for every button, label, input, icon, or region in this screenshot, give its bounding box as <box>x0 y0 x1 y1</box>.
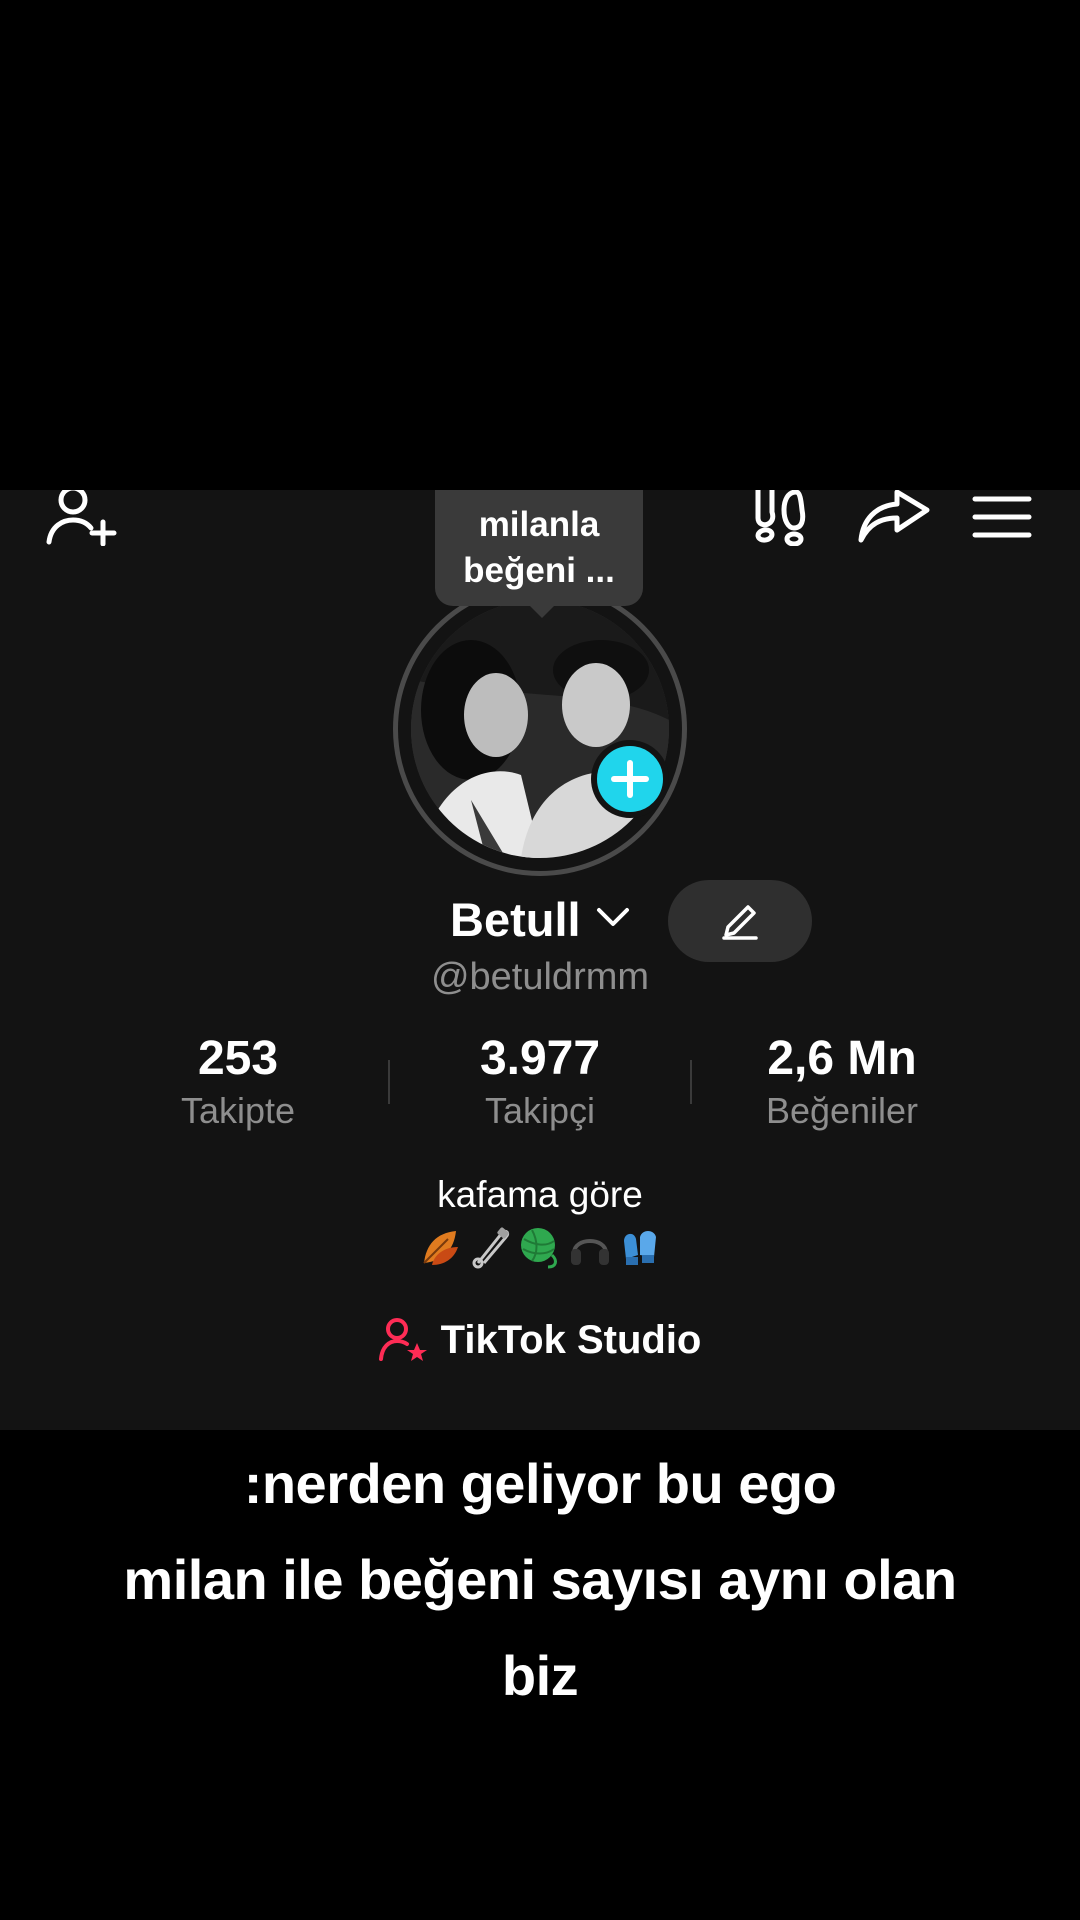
bio-text: kafama göre <box>437 1174 643 1215</box>
gloves-icon <box>617 1224 663 1270</box>
add-friend-button[interactable] <box>40 490 120 546</box>
bio-emojis <box>0 1224 1080 1270</box>
add-avatar-button[interactable] <box>591 740 669 818</box>
avatar[interactable] <box>411 600 669 858</box>
avatar-photo <box>411 600 669 858</box>
person-star-icon <box>378 1318 427 1361</box>
note-bubble-line1: milanla <box>478 505 600 544</box>
stat-following[interactable]: 253 Takipte <box>88 1030 388 1134</box>
display-name[interactable]: Betull <box>450 890 581 950</box>
tiktok-studio-label: TikTok Studio <box>440 1317 702 1362</box>
note-bubble-tail <box>528 604 556 618</box>
stat-following-value: 253 <box>197 1032 279 1085</box>
share-profile-button[interactable] <box>856 490 932 546</box>
hamburger-menu-icon <box>972 496 1032 538</box>
tiktok-studio-link[interactable]: TikTok Studio <box>0 1310 1080 1370</box>
video-caption: :nerden geliyor bu ego milan ile beğeni … <box>40 1436 1040 1724</box>
headphones-icon <box>567 1224 613 1270</box>
stat-likes-label: Beğeniler <box>765 1090 919 1131</box>
stat-likes[interactable]: 2,6 Mn Beğeniler <box>692 1030 992 1134</box>
screen: milanla beğeni ... Betull @betuldrmm 253… <box>0 0 1080 1920</box>
share-arrow-icon <box>858 490 930 543</box>
menu-button[interactable] <box>970 490 1034 546</box>
footprints-icon <box>755 490 806 546</box>
caption-line: :nerden geliyor bu ego <box>243 1452 837 1515</box>
caption-line: milan ile beğeni sayısı aynı olan <box>123 1548 957 1611</box>
stat-followers-label: Takipçi <box>484 1090 596 1131</box>
stats-row: 253 Takipte 3.977 Takipçi 2,6 Mn Beğenil… <box>0 1030 1080 1131</box>
bio: kafama göre <box>0 1170 1080 1270</box>
autumn-leaf-icon <box>417 1224 463 1270</box>
plus-icon <box>611 760 649 798</box>
caption-line: biz <box>501 1644 579 1707</box>
note-bubble[interactable]: milanla beğeni ... <box>435 490 643 606</box>
stat-followers[interactable]: 3.977 Takipçi <box>390 1030 690 1134</box>
username: @betuldrmm <box>430 956 650 998</box>
stat-likes-value: 2,6 Mn <box>767 1032 917 1085</box>
person-plus-icon <box>46 490 117 546</box>
chevron-down-icon[interactable] <box>595 906 631 935</box>
pencil-icon <box>722 905 758 940</box>
name-row: Betull <box>0 880 1080 962</box>
stat-following-label: Takipte <box>180 1090 296 1131</box>
profile-views-button[interactable] <box>748 490 812 546</box>
profile-panel: milanla beğeni ... Betull @betuldrmm 253… <box>0 490 1080 1430</box>
edit-profile-button[interactable] <box>668 880 812 962</box>
stat-followers-value: 3.977 <box>479 1032 601 1085</box>
note-bubble-line2: beğeni ... <box>463 551 615 590</box>
yarn-ball-icon <box>517 1224 563 1270</box>
safety-pin-icon <box>467 1224 513 1270</box>
